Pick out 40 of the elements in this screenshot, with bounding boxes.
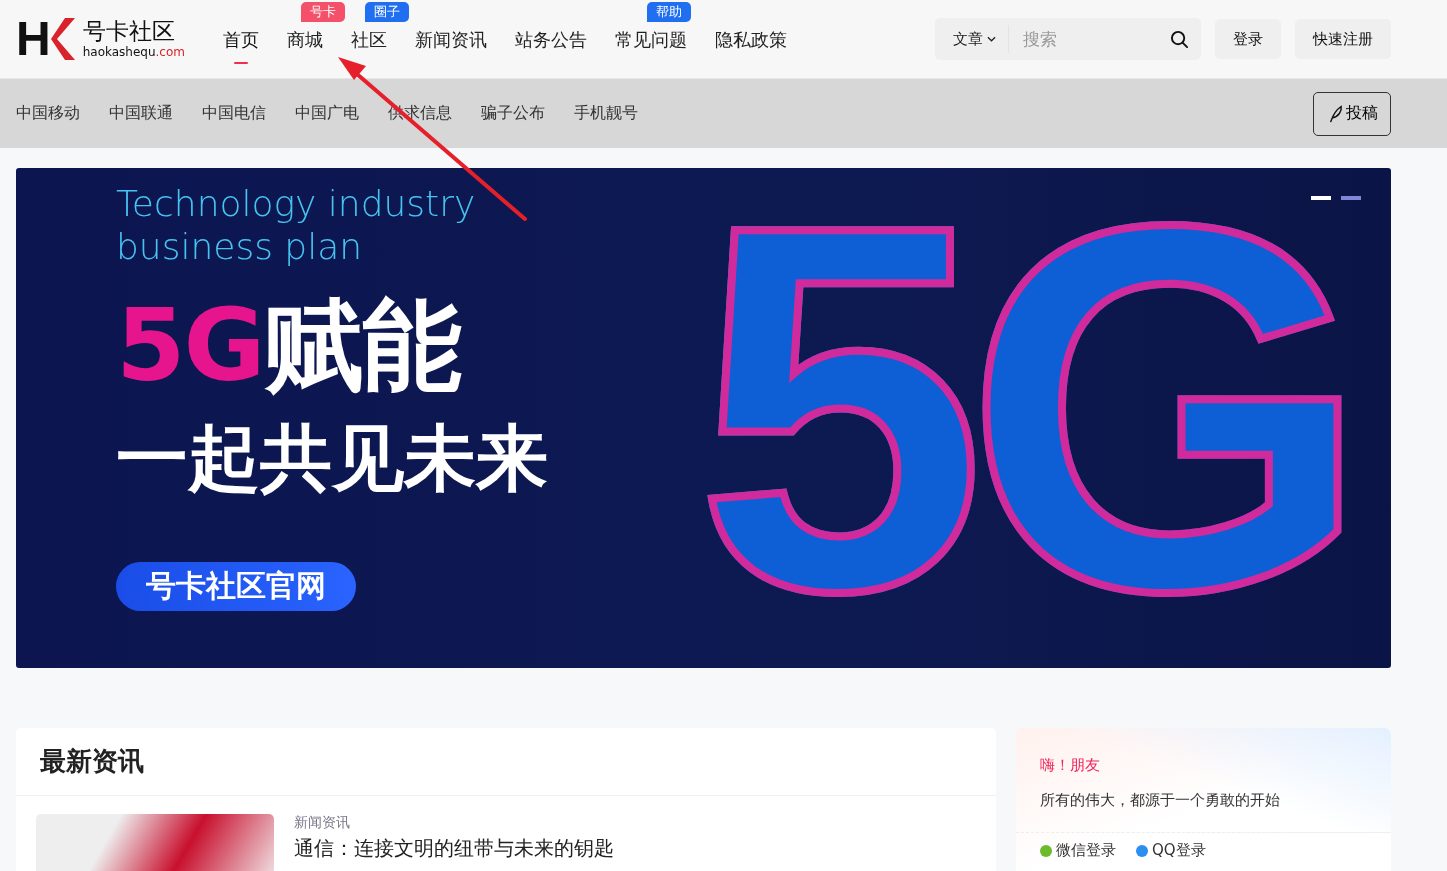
category-link[interactable]: 中国移动 <box>16 103 80 124</box>
nav-link[interactable]: 商城 <box>287 26 323 54</box>
nav-link[interactable]: 隐私政策 <box>715 26 787 54</box>
nav-link[interactable]: 站务公告 <box>515 26 587 54</box>
banner-headline: 5G赋能 <box>116 296 460 396</box>
banner-subtitle: Technology industry <box>116 182 476 225</box>
active-underline <box>234 62 248 64</box>
category-link[interactable]: 新闻资讯 <box>294 814 614 832</box>
nav-badge: 号卡 <box>301 2 345 22</box>
nav-badge: 圈子 <box>365 2 409 22</box>
section-title: 最新资讯 <box>16 728 996 796</box>
slide-indicator[interactable] <box>1341 196 1361 200</box>
nav-link[interactable]: 社区 <box>351 26 387 54</box>
login-button[interactable]: 登录 <box>1215 19 1281 59</box>
category-link[interactable]: 中国广电 <box>295 103 359 124</box>
caret-icon <box>987 36 996 42</box>
banner-slogan: 一起共见未来 <box>116 422 548 494</box>
slide-indicator[interactable] <box>1311 196 1331 200</box>
nav-link[interactable]: 常见问题 <box>615 26 687 54</box>
feather-icon <box>1328 104 1343 123</box>
motto-text: 所有的伟大，都源于一个勇敢的开始 <box>1040 791 1281 810</box>
register-button[interactable]: 快速注册 <box>1295 19 1391 59</box>
social-login-link[interactable]: 微信登录 <box>1040 841 1116 860</box>
banner-subtitle: business plan <box>116 225 363 268</box>
banner-cta-button[interactable]: 号卡社区官网 <box>116 562 356 611</box>
category-link[interactable]: 骗子公布 <box>481 103 545 124</box>
social-login-link[interactable]: QQ登录 <box>1136 841 1206 860</box>
search-scope-dropdown[interactable]: 文章 <box>953 29 996 49</box>
search-field[interactable]: 文章 搜索 <box>935 18 1201 60</box>
greeting-text: 嗨！朋友 <box>1040 756 1101 775</box>
article-title-link[interactable]: 通信：连接文明的纽带与未来的钥匙 <box>294 836 614 860</box>
category-link[interactable]: 中国联通 <box>109 103 173 124</box>
category-link[interactable]: 中国电信 <box>202 103 266 124</box>
nav-link[interactable]: 新闻资讯 <box>415 26 487 54</box>
submit-post-button[interactable]: 投稿 <box>1313 91 1391 136</box>
nav-link[interactable]: 首页 <box>223 26 259 54</box>
site-logo[interactable]: H 号卡社区 haokashequ.com <box>16 15 185 63</box>
search-icon[interactable] <box>1170 29 1189 49</box>
category-link[interactable]: 手机靓号 <box>574 103 638 124</box>
nav-badge: 帮助 <box>647 2 691 22</box>
